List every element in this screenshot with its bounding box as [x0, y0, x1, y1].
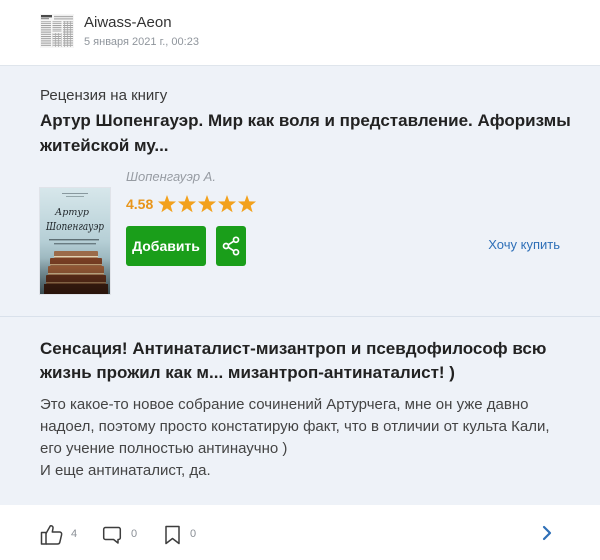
want-to-buy-link[interactable]: Хочу купить — [488, 237, 560, 253]
review-title-line: жизнь прожил как м... мизантроп-антината… — [40, 363, 455, 382]
open-review-button[interactable] — [541, 525, 553, 541]
book-rating: 4.58 — [126, 196, 154, 212]
comment-count: 0 — [131, 528, 138, 540]
review-body-line: И еще антинаталист, да. — [40, 462, 211, 479]
review-body-line: его учение полностью антинаучно ) — [40, 440, 288, 457]
thumbs-up-icon — [40, 524, 63, 545]
review-body-line: надоел, поэтому просто констатирую факт,… — [40, 418, 550, 435]
review-block: Сенсация! Антинаталист-мизантроп и псевд… — [0, 317, 600, 505]
share-icon — [222, 236, 240, 256]
book-title-line: Артур Шопенгауэр. Мир как воля и предста… — [40, 111, 571, 130]
star-icon — [177, 195, 197, 213]
bookmark-button[interactable] — [164, 525, 181, 545]
bookmark-count: 0 — [190, 528, 197, 540]
bookmark-icon — [165, 525, 180, 545]
user-name-link[interactable]: Aiwass-Aeon — [84, 14, 172, 32]
book-block: Рецензия на книгу Артур Шопенгауэр. Мир … — [0, 66, 600, 317]
review-date: 5 января 2021 г., 00:23 — [84, 36, 199, 48]
like-button[interactable] — [40, 523, 64, 546]
star-icon — [237, 195, 257, 213]
cover-lettering: Артур — [54, 207, 89, 218]
section-label: Рецензия на книгу — [40, 87, 168, 104]
review-title-line: Сенсация! Антинаталист-мизантроп и псевд… — [40, 339, 547, 358]
star-icon — [217, 195, 237, 213]
star-icon — [157, 195, 177, 213]
comment-icon — [102, 526, 122, 544]
cover-lettering: Шопенгауэр — [45, 220, 104, 233]
review-header: Aiwass-Aeon 5 января 2021 г., 00:23 — [0, 0, 600, 66]
book-title-line: житейской му... — [40, 136, 169, 155]
add-book-button[interactable]: Добавить — [126, 226, 206, 266]
review-title-link[interactable]: Сенсация! Антинаталист-мизантроп и псевд… — [40, 337, 546, 385]
share-button[interactable] — [216, 226, 246, 266]
review-body-line: Это какое-то новое собрание сочинений Ар… — [40, 396, 529, 413]
review-actions-bar: 4 0 0 — [0, 505, 600, 560]
like-count: 4 — [71, 528, 78, 540]
chevron-right-icon — [542, 525, 552, 541]
star-icon — [197, 195, 217, 213]
book-cover[interactable]: Артур Шопенгауэр — [40, 188, 110, 294]
user-avatar[interactable] — [40, 14, 74, 48]
rating-stars — [157, 195, 257, 213]
review-body: Это какое-то новое собрание сочинений Ар… — [40, 394, 550, 482]
book-author-link[interactable]: Шопенгауэр А. — [126, 169, 216, 185]
add-book-button-label: Добавить — [132, 238, 200, 254]
comment-button[interactable] — [102, 525, 122, 545]
book-title-link[interactable]: Артур Шопенгауэр. Мир как воля и предста… — [40, 108, 571, 158]
